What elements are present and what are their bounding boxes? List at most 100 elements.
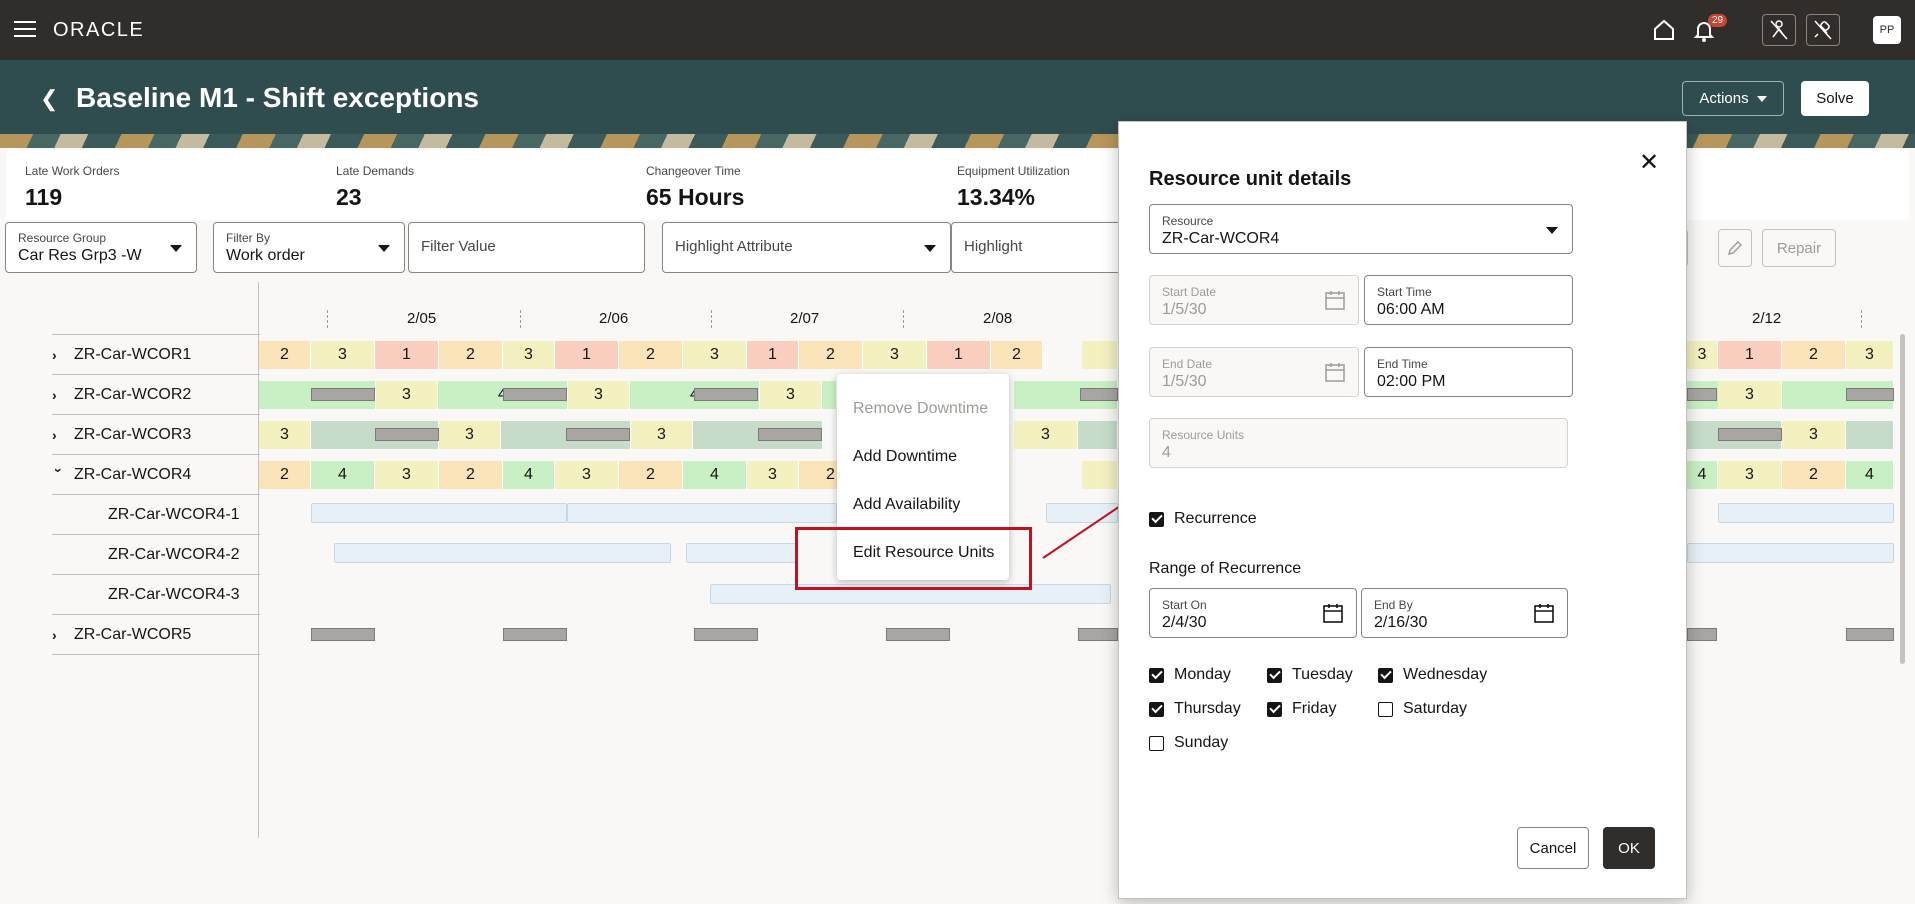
gantt-cell[interactable]	[1082, 341, 1118, 369]
downtime-bar[interactable]	[1718, 428, 1782, 441]
gantt-cell[interactable]: 2	[799, 341, 863, 369]
gantt-cell[interactable]: 3	[1782, 421, 1846, 449]
day-checkbox-saturday[interactable]: Saturday	[1378, 700, 1467, 718]
gantt-row-wcor4[interactable]: › ZR-Car-WCOR4	[51, 455, 191, 495]
gantt-cell[interactable]: 3	[1014, 421, 1078, 449]
chevron-down-icon[interactable]: ›	[51, 468, 67, 482]
downtime-bar[interactable]	[375, 428, 439, 441]
gantt-row-wcor4-3[interactable]: ZR-Car-WCOR4-3	[108, 575, 240, 615]
downtime-bar[interactable]	[503, 628, 567, 641]
gantt-cell[interactable]: 1	[1718, 341, 1782, 369]
menu-item-add-downtime[interactable]: Add Downtime	[853, 448, 957, 466]
day-checkbox-thursday[interactable]: Thursday	[1149, 700, 1241, 718]
gantt-cell[interactable]: 2	[439, 461, 503, 489]
cancel-button[interactable]: Cancel	[1517, 827, 1589, 869]
gantt-cell[interactable]: 3	[568, 381, 630, 409]
menu-icon[interactable]	[14, 21, 36, 39]
downtime-bar[interactable]	[886, 628, 950, 641]
back-arrow-icon[interactable]: ❮	[40, 86, 58, 112]
gantt-cell[interactable]: 4	[503, 461, 555, 489]
gantt-cell[interactable]: 3	[1718, 461, 1782, 489]
day-checkbox-friday[interactable]: Friday	[1267, 700, 1336, 718]
gantt-cell[interactable]: 1	[375, 341, 439, 369]
availability-bar[interactable]	[1687, 543, 1894, 563]
gantt-cell[interactable]: 2	[259, 341, 311, 369]
downtime-bar[interactable]	[1078, 628, 1118, 641]
day-checkbox-wednesday[interactable]: Wednesday	[1378, 666, 1487, 684]
metric-equipment-utilization[interactable]: Equipment Utilization 13.34%	[957, 164, 1070, 211]
day-checkbox-monday[interactable]: Monday	[1149, 666, 1231, 684]
metric-late-work-orders[interactable]: Late Work Orders 119	[25, 164, 119, 211]
gantt-cell[interactable]: 2	[991, 341, 1043, 369]
gantt-row-wcor4-2[interactable]: ZR-Car-WCOR4-2	[108, 535, 240, 575]
checkbox-checked[interactable]	[1149, 701, 1164, 717]
gantt-cell[interactable]: 3	[747, 461, 799, 489]
gantt-cell[interactable]: 3	[1718, 381, 1782, 409]
availability-bar[interactable]	[311, 503, 567, 523]
downtime-bar[interactable]	[694, 388, 758, 401]
downtime-bar[interactable]	[1687, 628, 1717, 641]
downtime-bar[interactable]	[1846, 628, 1894, 641]
resource-group-select[interactable]: Resource Group Car Res Grp3 -W	[5, 222, 197, 273]
end-time-field[interactable]: End Time 02:00 PM	[1364, 347, 1573, 397]
repair-button[interactable]: Repair	[1762, 229, 1836, 267]
gantt-cell[interactable]: 1	[555, 341, 619, 369]
gantt-cell[interactable]: 3	[1846, 341, 1894, 369]
edit-button[interactable]	[1718, 229, 1752, 267]
downtime-bar[interactable]	[1846, 388, 1894, 401]
scrollbar[interactable]	[1900, 334, 1905, 664]
gantt-cell[interactable]: 1	[747, 341, 799, 369]
gantt-cell[interactable]: 2	[1782, 341, 1846, 369]
start-on-field[interactable]: Start On 2/4/30	[1149, 588, 1357, 638]
checkbox-checked[interactable]	[1267, 701, 1282, 717]
downtime-bar[interactable]	[1687, 388, 1717, 401]
solve-button[interactable]: Solve	[1801, 81, 1869, 116]
metric-changeover-time[interactable]: Changeover Time 65 Hours	[646, 164, 744, 211]
ok-button[interactable]: OK	[1603, 827, 1655, 869]
checkbox-checked[interactable]	[1149, 511, 1164, 527]
checkbox-unchecked[interactable]	[1378, 701, 1393, 717]
gantt-cell[interactable]: 4	[683, 461, 747, 489]
gantt-cell[interactable]	[1846, 421, 1894, 449]
checkbox-checked[interactable]	[1267, 667, 1282, 683]
metric-late-demands[interactable]: Late Demands 23	[336, 164, 414, 211]
end-by-field[interactable]: End By 2/16/30	[1361, 588, 1568, 638]
chevron-right-icon[interactable]: ›	[52, 347, 74, 363]
downtime-bar[interactable]	[694, 628, 758, 641]
gantt-cell[interactable]: 3	[683, 341, 747, 369]
chevron-right-icon[interactable]: ›	[52, 387, 74, 403]
filter-by-select[interactable]: Filter By Work order	[213, 222, 405, 273]
chevron-right-icon[interactable]: ›	[52, 627, 74, 643]
close-icon[interactable]: ✕	[1639, 148, 1659, 177]
menu-item-remove-downtime[interactable]: Remove Downtime	[853, 400, 988, 418]
start-time-field[interactable]: Start Time 06:00 AM	[1364, 275, 1573, 325]
gantt-row-wcor2[interactable]: › ZR-Car-WCOR2	[52, 375, 191, 415]
gantt-cell[interactable]: 3	[503, 341, 555, 369]
gantt-cell[interactable]: 3	[863, 341, 927, 369]
availability-bar[interactable]	[334, 543, 671, 563]
gantt-cell[interactable]	[822, 381, 837, 409]
availability-bar[interactable]	[1718, 503, 1894, 523]
downtime-bar[interactable]	[566, 428, 630, 441]
gantt-cell[interactable]: 2	[259, 461, 311, 489]
highlight-attribute-select[interactable]: Highlight Attribute	[662, 222, 951, 273]
checkbox-checked[interactable]	[1149, 667, 1164, 683]
gantt-cell[interactable]: 2	[439, 341, 503, 369]
gantt-cell[interactable]: 3	[1687, 341, 1718, 369]
gantt-cell[interactable]: 4	[1687, 461, 1718, 489]
home-icon[interactable]	[1650, 16, 1678, 44]
user-avatar[interactable]: PP	[1873, 16, 1901, 44]
gantt-cell[interactable]: 3	[259, 421, 311, 449]
gantt-cell[interactable]: 3	[555, 461, 619, 489]
availability-bar[interactable]	[567, 503, 837, 523]
gantt-cell[interactable]: 3	[439, 421, 501, 449]
recurrence-checkbox[interactable]: Recurrence	[1149, 510, 1257, 528]
gantt-cell[interactable]	[1078, 421, 1118, 449]
checkbox-checked[interactable]	[1378, 667, 1393, 683]
downtime-bar[interactable]	[758, 428, 822, 441]
link-off-button[interactable]	[1806, 14, 1840, 46]
gantt-cell[interactable]: 1	[927, 341, 991, 369]
gantt-cell[interactable]: 4	[311, 461, 375, 489]
checkbox-unchecked[interactable]	[1149, 735, 1164, 751]
resource-select[interactable]: Resource ZR-Car-WCOR4	[1149, 204, 1573, 254]
